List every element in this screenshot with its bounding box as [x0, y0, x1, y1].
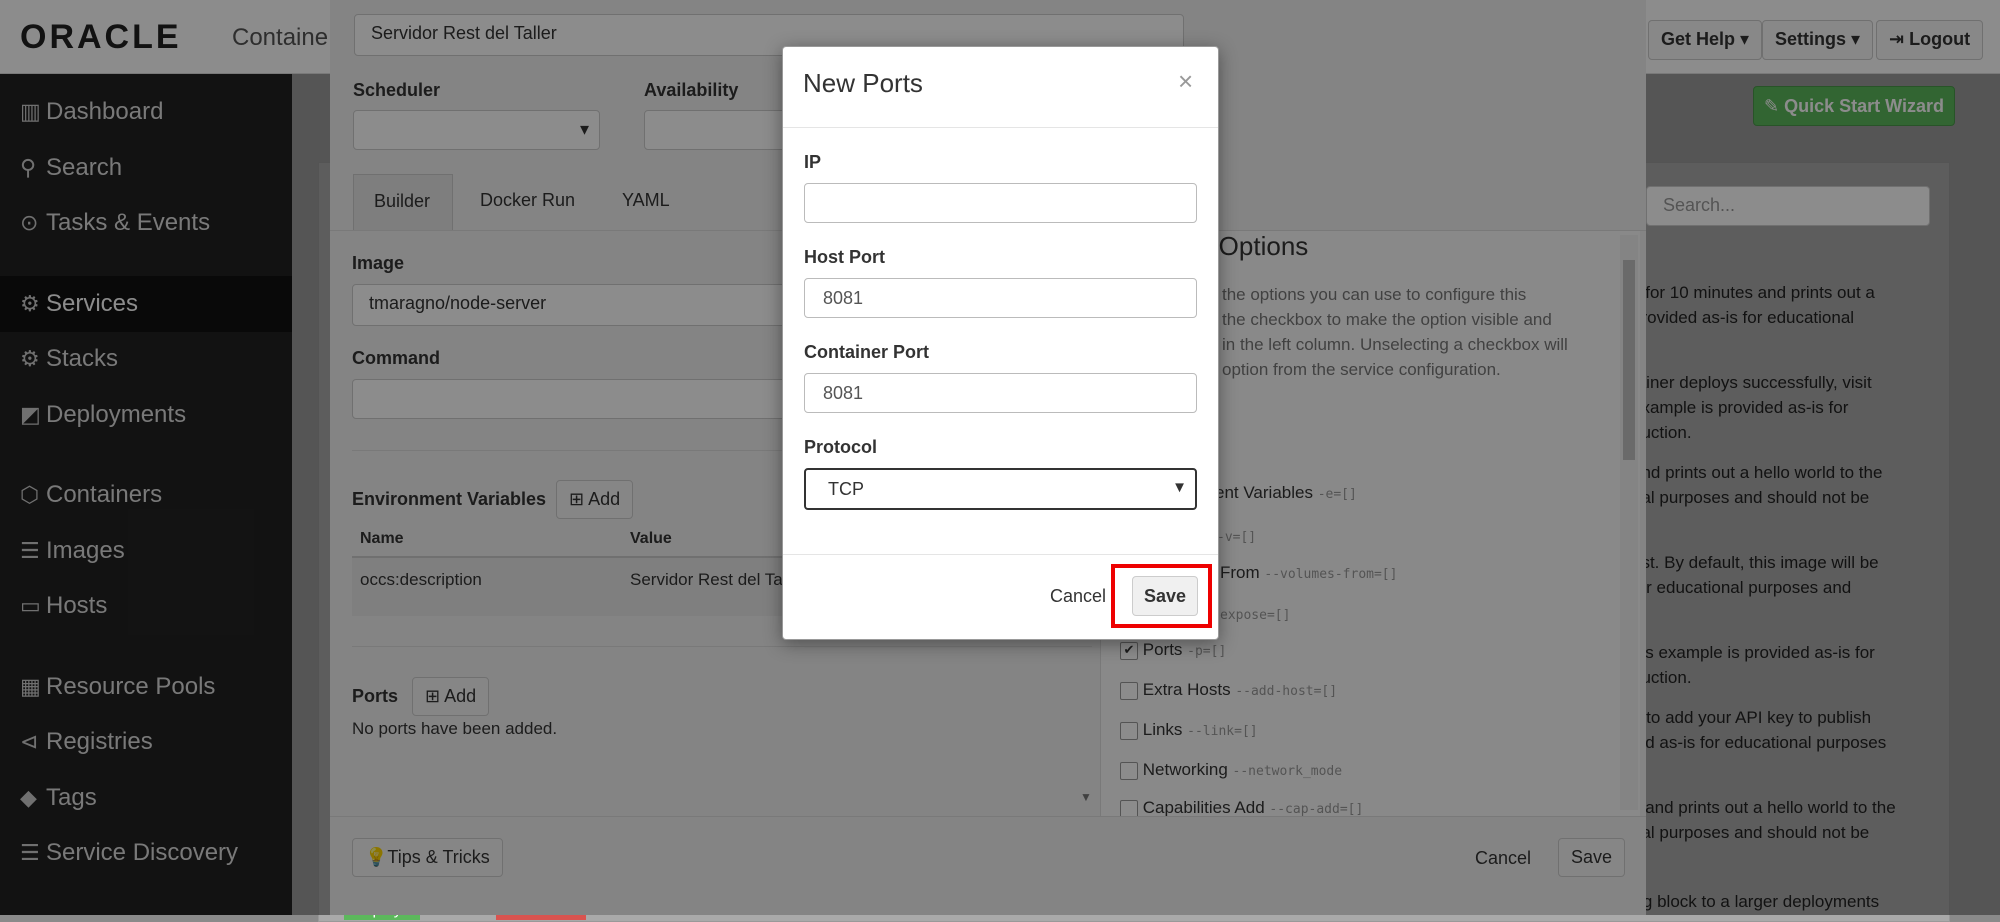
- modal-header-divider: [783, 127, 1218, 128]
- ip-input[interactable]: [804, 183, 1197, 223]
- modal-footer-divider: [783, 554, 1218, 555]
- protocol-label: Protocol: [804, 437, 878, 457]
- ip-label: IP: [804, 152, 822, 172]
- host-port-input[interactable]: 8081: [804, 278, 1197, 318]
- container-port-label: Container Port: [804, 342, 930, 362]
- container-port-input[interactable]: 8081: [804, 373, 1197, 413]
- chevron-down-icon: ▼: [1172, 479, 1187, 496]
- protocol-value: TCP: [828, 479, 864, 499]
- modal-cancel-button[interactable]: Cancel: [1050, 586, 1106, 607]
- host-port-label: Host Port: [804, 247, 885, 267]
- save-highlight-box: [1111, 564, 1212, 628]
- close-icon[interactable]: ×: [1178, 66, 1193, 97]
- protocol-select[interactable]: TCP ▼: [804, 468, 1197, 510]
- modal-title: New Ports: [803, 68, 923, 98]
